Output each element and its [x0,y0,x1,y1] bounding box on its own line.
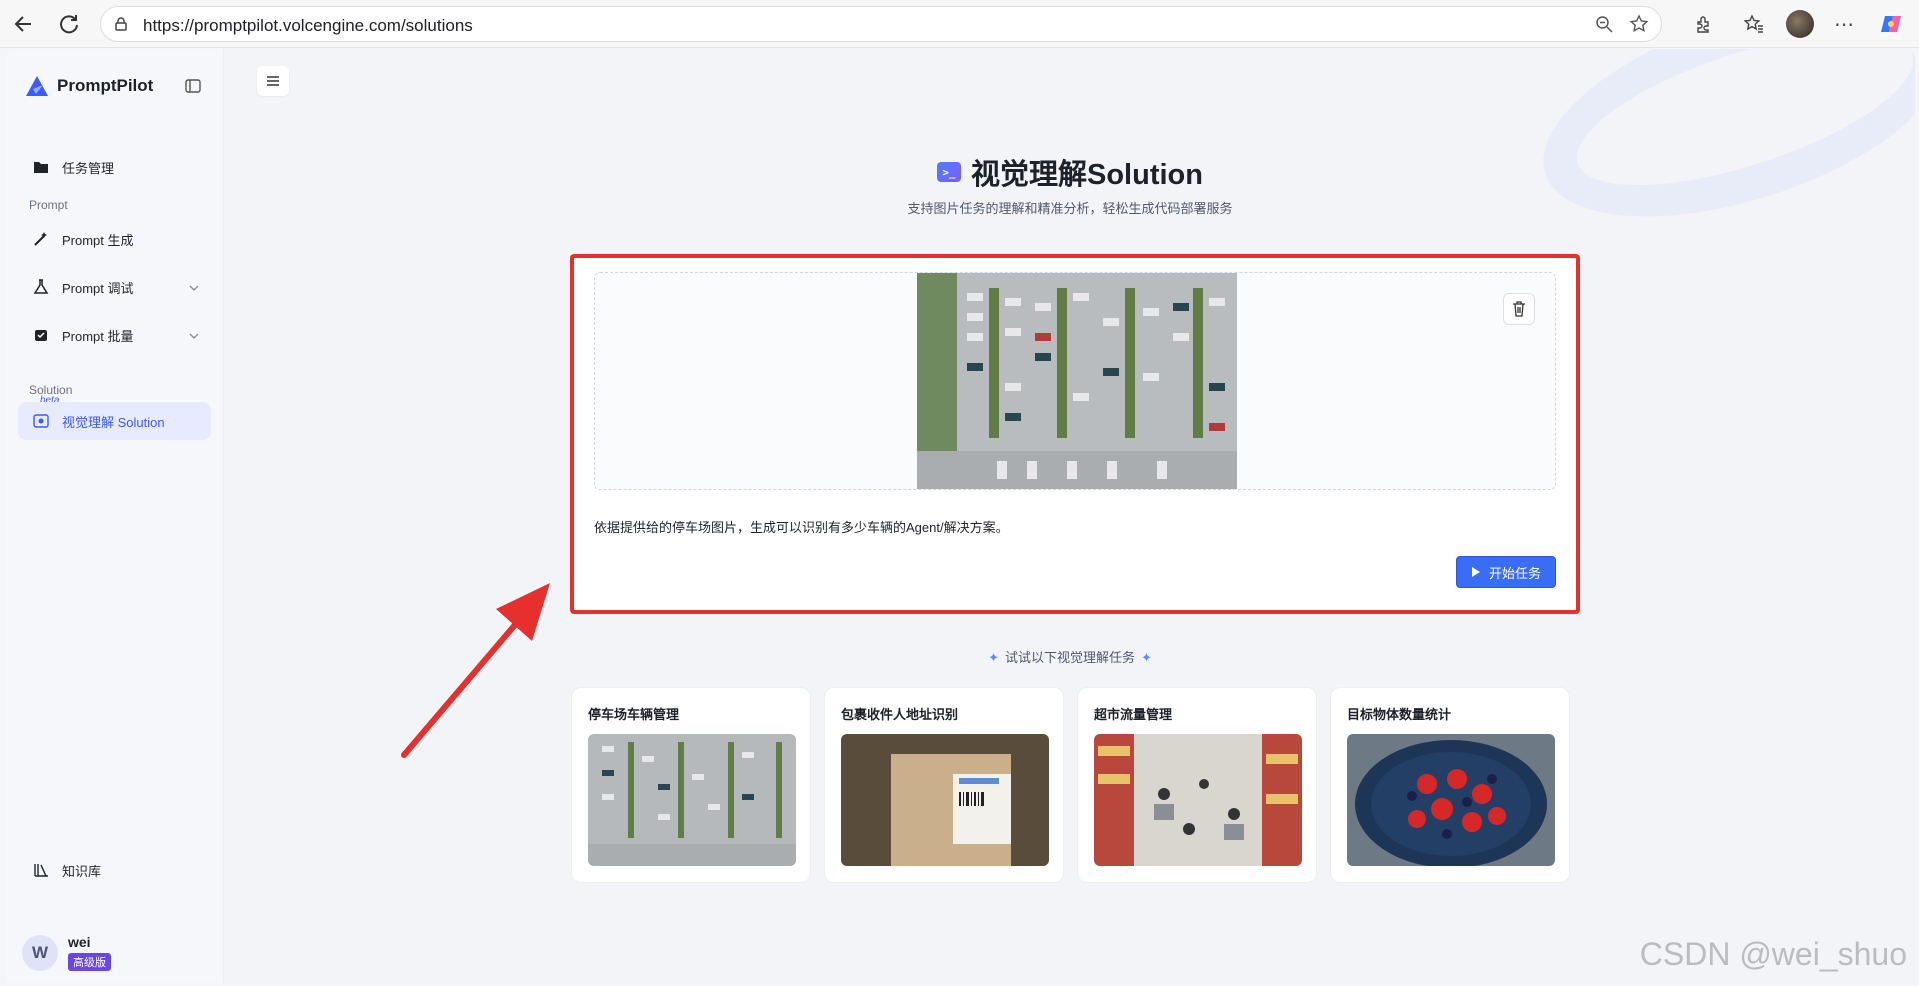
extensions-icon[interactable] [1690,10,1718,38]
library-icon [32,861,50,879]
flask-icon [32,278,50,296]
brand-name: PromptPilot [57,76,154,95]
plan-badge: 高级版 [68,953,111,971]
play-icon [1471,567,1480,577]
menu-icon[interactable] [257,66,289,96]
page-subtitle: 支持图片任务的理解和精准分析，轻松生成代码部署服务 [907,201,1233,216]
sparkle-icon: ✦ [988,650,999,665]
annotation-arrow [401,583,550,758]
example-card-parking[interactable]: 停车场车辆管理 [571,687,811,883]
example-card-supermarket[interactable]: 超市流量管理 [1077,687,1317,883]
refresh-icon[interactable] [55,10,83,38]
trash-icon [1513,301,1525,317]
chevron-down-icon [189,328,199,343]
sparkle-icon: ✦ [1141,650,1152,665]
batch-icon [32,326,50,344]
start-task-label: 开始任务 [1488,565,1541,581]
task-input-panel: 依据提供给的停车场图片，生成可以识别有多少车辆的Agent/解决方案。 开始任务 [570,254,1580,614]
sidebar-item-knowledge[interactable]: 知识库 [18,851,211,889]
vision-solution-icon [32,412,50,430]
example-card-package[interactable]: 包裹收件人地址识别 [824,687,1064,883]
sidebar-collapse-icon[interactable] [185,79,201,98]
sidebar-item-prompt-batch[interactable]: Prompt 批量 [18,316,211,354]
favorites-icon[interactable] [1740,10,1768,38]
sidebar-item-prompt-debug[interactable]: Prompt 调试 [18,268,211,306]
chevron-down-icon [189,280,199,295]
user-name: wei [68,934,91,950]
parking-thumbnail-image [588,734,796,866]
sidebar-item-prompt-generate[interactable]: Prompt 生成 [18,220,211,258]
example-card-object-count[interactable]: 目标物体数量统计 [1330,687,1570,883]
delete-image-button[interactable] [1503,293,1535,325]
sidebar-item-label: Prompt 调试 [62,280,134,296]
back-icon[interactable] [10,10,38,38]
copilot-icon[interactable] [1877,10,1905,38]
profile-avatar[interactable] [1786,10,1814,38]
app-container: PromptPilot 任务管理 Prompt Prompt 生成 Prompt… [5,49,1915,983]
parking-lot-preview-image [917,273,1237,489]
zoom-icon[interactable] [1595,15,1613,38]
url-text: https://promptpilot.volcengine.com/solut… [143,16,473,35]
sidebar-item-vision-solution[interactable]: 视觉理解 Solution [18,402,211,440]
image-upload-area[interactable] [594,272,1556,490]
page-title: >_ 视觉理解Solution [5,151,1915,193]
sidebar-item-label: Prompt 批量 [62,328,134,344]
address-bar[interactable]: https://promptpilot.volcengine.com/solut… [100,6,1662,42]
brand-logo[interactable]: PromptPilot [25,75,153,97]
user-profile[interactable]: W wei 高级版 [22,934,111,971]
page-title-text: 视觉理解Solution [971,159,1203,191]
card-title: 停车场车辆管理 [588,707,680,722]
strawberry-plate-thumbnail-image [1347,734,1555,866]
browser-toolbar: https://promptpilot.volcengine.com/solut… [0,0,1919,48]
prompt-input[interactable]: 依据提供给的停车场图片，生成可以识别有多少车辆的Agent/解决方案。 [594,517,1009,536]
sidebar-item-label: Prompt 生成 [62,232,134,248]
favorite-star-icon[interactable] [1629,14,1649,39]
card-title: 超市流量管理 [1094,707,1173,722]
sidebar-item-label: 知识库 [62,863,102,879]
promptpilot-logo-icon [26,76,48,96]
card-title: 包裹收件人地址识别 [841,707,959,722]
start-task-button[interactable]: 开始任务 [1455,556,1556,588]
avatar: W [22,934,58,971]
card-title: 目标物体数量统计 [1347,707,1452,722]
more-icon[interactable]: ⋯ [1830,10,1858,38]
sidebar-item-label: 视觉理解 Solution [62,414,165,430]
magic-wand-icon [32,230,50,248]
supermarket-thumbnail-image [1094,734,1302,866]
try-examples-label: 试试以下视觉理解任务 [1004,650,1135,665]
site-info-icon[interactable] [113,16,129,37]
csdn-watermark: CSDN @wei_shuo [1639,936,1907,972]
try-examples-heading: ✦ 试试以下视觉理解任务 ✦ [5,647,1915,666]
terminal-icon: >_ [937,162,961,182]
package-thumbnail-image [841,734,1049,866]
